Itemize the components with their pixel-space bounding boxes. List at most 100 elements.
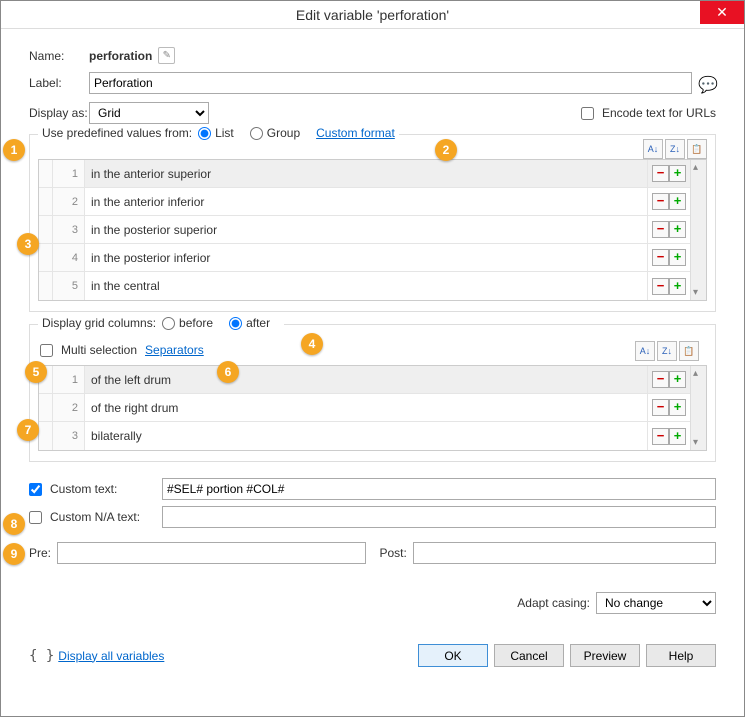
remove-row-button[interactable]: −: [652, 371, 669, 388]
add-row-button[interactable]: +: [669, 371, 686, 388]
custom-text-input[interactable]: [162, 478, 716, 500]
radio-before[interactable]: before: [162, 316, 213, 330]
remove-row-button[interactable]: −: [652, 193, 669, 210]
remove-row-button[interactable]: −: [652, 249, 669, 266]
row-value[interactable]: in the posterior inferior: [85, 244, 648, 271]
row-value[interactable]: of the left drum: [85, 366, 648, 393]
row-number: 4: [53, 244, 85, 271]
row-number: 2: [53, 188, 85, 215]
clipboard-button[interactable]: 📋: [687, 139, 707, 159]
remove-row-button[interactable]: −: [652, 399, 669, 416]
drag-handle[interactable]: [39, 422, 53, 450]
list-item[interactable]: 3bilaterally−+: [39, 422, 690, 450]
clipboard-button-2[interactable]: 📋: [679, 341, 699, 361]
row-value[interactable]: of the right drum: [85, 394, 648, 421]
close-button[interactable]: ✕: [700, 1, 744, 24]
comment-icon[interactable]: 💬: [698, 75, 716, 91]
drag-handle[interactable]: [39, 160, 53, 187]
row-value[interactable]: in the posterior superior: [85, 216, 648, 243]
values-list-2: 1of the left drum−+2of the right drum−+3…: [38, 365, 707, 451]
name-label: Name:: [29, 49, 89, 63]
list-item[interactable]: 2of the right drum−+: [39, 394, 690, 422]
encode-urls-checkbox[interactable]: Encode text for URLs: [581, 106, 716, 120]
custom-text-label: Custom text:: [50, 482, 158, 496]
radio-group-input[interactable]: [250, 127, 263, 140]
row-value[interactable]: in the anterior superior: [85, 160, 648, 187]
row-number: 2: [53, 394, 85, 421]
radio-after-input[interactable]: [229, 317, 242, 330]
scrollbar[interactable]: ▴▾: [690, 160, 706, 300]
titlebar: Edit variable 'perforation' ✕: [1, 1, 744, 29]
display-as-label: Display as:: [29, 106, 89, 120]
sort-az-button-2[interactable]: A↓: [635, 341, 655, 361]
drag-handle[interactable]: [39, 216, 53, 243]
ok-button[interactable]: OK: [418, 644, 488, 667]
separators-link[interactable]: Separators: [145, 343, 204, 357]
drag-handle[interactable]: [39, 188, 53, 215]
callout-5: 5: [25, 361, 47, 383]
remove-row-button[interactable]: −: [652, 221, 669, 238]
custom-text-checkbox[interactable]: [29, 483, 42, 496]
radio-after[interactable]: after: [229, 316, 270, 330]
list-item[interactable]: 5in the central−+: [39, 272, 690, 300]
add-row-button[interactable]: +: [669, 428, 686, 445]
casing-select[interactable]: No change: [596, 592, 716, 614]
list-item[interactable]: 4in the posterior inferior−+: [39, 244, 690, 272]
post-input[interactable]: [413, 542, 716, 564]
name-value: perforation: [89, 49, 152, 63]
drag-handle[interactable]: [39, 244, 53, 271]
row-value[interactable]: in the anterior inferior: [85, 188, 648, 215]
drag-handle[interactable]: [39, 272, 53, 300]
add-row-button[interactable]: +: [669, 193, 686, 210]
callout-6: 6: [217, 361, 239, 383]
remove-row-button[interactable]: −: [652, 165, 669, 182]
preview-button[interactable]: Preview: [570, 644, 640, 667]
sort-za-button[interactable]: Z↓: [665, 139, 685, 159]
radio-list[interactable]: List: [198, 126, 234, 140]
radio-group[interactable]: Group: [250, 126, 300, 140]
row-number: 3: [53, 216, 85, 243]
scrollbar[interactable]: ▴▾: [690, 366, 706, 450]
multi-selection-checkbox[interactable]: Multi selection: [40, 343, 137, 357]
add-row-button[interactable]: +: [669, 278, 686, 295]
callout-4: 4: [301, 333, 323, 355]
multi-selection-input[interactable]: [40, 344, 53, 357]
remove-row-button[interactable]: −: [652, 278, 669, 295]
list-item[interactable]: 3in the posterior superior−+: [39, 216, 690, 244]
display-as-select[interactable]: Grid: [89, 102, 209, 124]
radio-before-input[interactable]: [162, 317, 175, 330]
edit-name-icon[interactable]: ✎: [158, 47, 175, 64]
sort-az-button[interactable]: A↓: [643, 139, 663, 159]
drag-handle[interactable]: [39, 394, 53, 421]
pre-label: Pre:: [29, 546, 51, 560]
list-item[interactable]: 1of the left drum−+: [39, 366, 690, 394]
display-all-variables-link[interactable]: Display all variables: [58, 649, 164, 663]
predefined-values-fieldset: Use predefined values from: List Group C…: [29, 134, 716, 312]
custom-na-checkbox[interactable]: [29, 511, 42, 524]
encode-urls-input[interactable]: [581, 107, 594, 120]
custom-na-label: Custom N/A text:: [50, 510, 158, 524]
window-title: Edit variable 'perforation': [296, 7, 449, 23]
sort-za-button-2[interactable]: Z↓: [657, 341, 677, 361]
pre-input[interactable]: [57, 542, 365, 564]
custom-na-input[interactable]: [162, 506, 716, 528]
grid-cols-legend-text: Display grid columns:: [42, 316, 156, 330]
add-row-button[interactable]: +: [669, 399, 686, 416]
row-value[interactable]: in the central: [85, 272, 648, 300]
remove-row-button[interactable]: −: [652, 428, 669, 445]
label-input[interactable]: [89, 72, 692, 94]
list-item[interactable]: 2in the anterior inferior−+: [39, 188, 690, 216]
row-number: 1: [53, 366, 85, 393]
add-row-button[interactable]: +: [669, 165, 686, 182]
callout-1: 1: [3, 139, 25, 161]
cancel-button[interactable]: Cancel: [494, 644, 564, 667]
braces-icon: { }: [29, 648, 54, 664]
add-row-button[interactable]: +: [669, 249, 686, 266]
grid-columns-fieldset: Display grid columns: before after Multi…: [29, 324, 716, 462]
radio-list-input[interactable]: [198, 127, 211, 140]
add-row-button[interactable]: +: [669, 221, 686, 238]
list-item[interactable]: 1in the anterior superior−+: [39, 160, 690, 188]
row-value[interactable]: bilaterally: [85, 422, 648, 450]
custom-format-link[interactable]: Custom format: [316, 126, 395, 140]
help-button[interactable]: Help: [646, 644, 716, 667]
